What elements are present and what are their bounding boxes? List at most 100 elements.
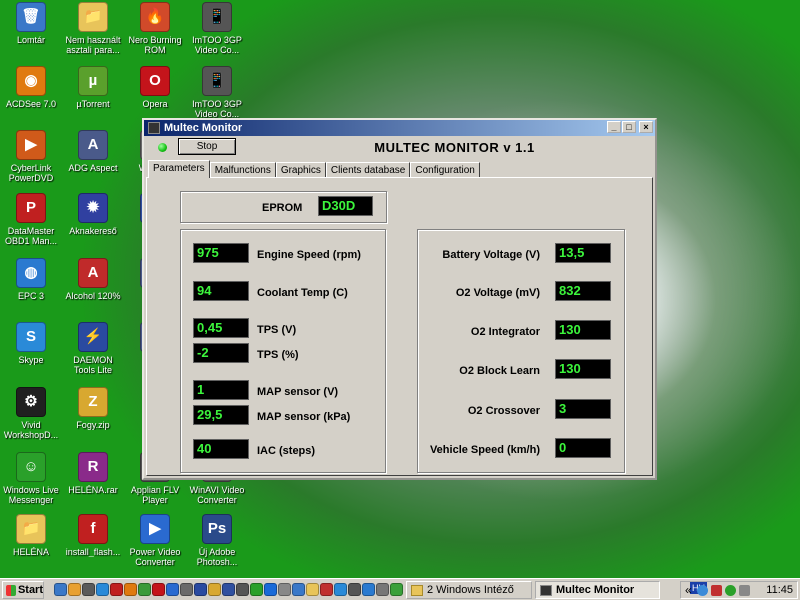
tab-graphics[interactable]: Graphics xyxy=(275,162,326,178)
task-label: 2 Windows Intéző xyxy=(427,584,514,596)
task-multec-monitor[interactable]: Multec Monitor xyxy=(535,581,660,599)
quick-launch-icon[interactable] xyxy=(54,583,67,596)
vivid-icon: ⚙ xyxy=(16,387,46,417)
desktop-icon[interactable]: ◉ ACDSee 7.0 xyxy=(0,66,62,109)
nero-icon: 🔥 xyxy=(140,2,170,32)
quick-launch-icon[interactable] xyxy=(348,583,361,596)
desktop-icon[interactable]: O Opera xyxy=(124,66,186,109)
volume-icon[interactable] xyxy=(739,585,750,596)
desktop-icon[interactable]: Ps Új Adobe Photosh... xyxy=(186,514,248,567)
quick-launch-icon[interactable] xyxy=(96,583,109,596)
tab-parameters[interactable]: Parameters xyxy=(148,160,210,178)
o2-block-learn-value: 130 xyxy=(555,359,611,379)
desktop-icon-label: ImTOO 3GP Video Co... xyxy=(192,99,242,119)
quick-launch-icon[interactable] xyxy=(362,583,375,596)
quick-launch-icon[interactable] xyxy=(250,583,263,596)
battery-voltage-value: 13,5 xyxy=(555,243,611,263)
tps-volts-label: TPS (V) xyxy=(257,324,297,336)
desktop-icon-label: DataMaster OBD1 Man... xyxy=(4,226,58,246)
rar-icon: R xyxy=(78,452,108,482)
desktop-icon[interactable]: ▶ CyberLink PowerDVD xyxy=(0,130,62,183)
quick-launch-icon[interactable] xyxy=(390,583,403,596)
desktop-icon[interactable]: R HELÉNA.rar xyxy=(62,452,124,495)
zip-icon: Z xyxy=(78,387,108,417)
start-label: Start xyxy=(17,584,43,596)
tps-percent-label: TPS (%) xyxy=(257,349,299,361)
quick-launch-icon[interactable] xyxy=(68,583,81,596)
tab-configuration[interactable]: Configuration xyxy=(410,162,480,178)
desktop-icon[interactable]: µ µTorrent xyxy=(62,66,124,109)
quick-launch-icon[interactable] xyxy=(264,583,277,596)
maximize-button[interactable]: □ xyxy=(622,121,636,133)
quick-launch-icon[interactable] xyxy=(236,583,249,596)
quick-launch-icon[interactable] xyxy=(222,583,235,596)
task-windows-explorer[interactable]: 2 Windows Intéző xyxy=(406,581,532,599)
desktop-icon[interactable]: ☺ Windows Live Messenger xyxy=(0,452,62,505)
desktop-icon-label: Fogy.zip xyxy=(76,420,110,430)
quick-launch-icon[interactable] xyxy=(292,583,305,596)
quick-launch-icon[interactable] xyxy=(208,583,221,596)
desktop-icon-label: Aknakereső xyxy=(69,226,117,236)
skype-icon: S xyxy=(16,322,46,352)
quick-launch-icon[interactable] xyxy=(166,583,179,596)
system-tray: « 11:45 xyxy=(680,581,798,599)
o2-integrator-label: O2 Integrator xyxy=(470,326,540,338)
map-kpa-label: MAP sensor (kPa) xyxy=(257,411,351,423)
desktop-icon[interactable]: 📁 HELÉNA xyxy=(0,514,62,557)
app-icon xyxy=(148,122,160,134)
utorrent-icon: µ xyxy=(78,66,108,96)
desktop-icon-label: Alcohol 120% xyxy=(65,291,121,301)
tab-clients-database[interactable]: Clients database xyxy=(325,162,411,178)
quick-launch-icon[interactable] xyxy=(376,583,389,596)
quick-launch-icon[interactable] xyxy=(306,583,319,596)
desktop-icon[interactable]: 📁 Nem használt asztali para... xyxy=(62,2,124,55)
desktop-icon[interactable]: P DataMaster OBD1 Man... xyxy=(0,193,62,246)
start-button[interactable]: Start xyxy=(2,581,44,599)
quick-launch-icon[interactable] xyxy=(82,583,95,596)
minimize-button[interactable]: _ xyxy=(607,121,621,133)
quick-launch-icon[interactable] xyxy=(152,583,165,596)
quick-launch-icon[interactable] xyxy=(194,583,207,596)
engine-speed-label: Engine Speed (rpm) xyxy=(257,249,361,261)
desktop-icon[interactable]: 🔥 Nero Burning ROM xyxy=(124,2,186,55)
quick-launch-icon[interactable] xyxy=(320,583,333,596)
powerdvd-icon: ▶ xyxy=(16,130,46,160)
title-bar[interactable]: Multec Monitor _ □ × xyxy=(144,120,655,136)
desktop-icon[interactable]: ✹ Aknakereső xyxy=(62,193,124,236)
desktop-icon-label: HELÉNA xyxy=(12,547,49,557)
messenger-tray-icon[interactable] xyxy=(725,585,736,596)
desktop-icon[interactable]: 🗑 Lomtár xyxy=(0,2,62,45)
desktop-icon[interactable]: S Skype xyxy=(0,322,62,365)
desktop-icon-label: DAEMON Tools Lite xyxy=(73,355,113,375)
desktop-icon[interactable]: ⚙ Vivid WorkshopD... xyxy=(0,387,62,440)
quick-launch-icon[interactable] xyxy=(138,583,151,596)
o2-params-group: Battery Voltage (V) 13,5 O2 Voltage (mV)… xyxy=(417,229,625,473)
o2-block-learn-label: O2 Block Learn xyxy=(459,365,540,377)
desktop-icon[interactable]: ◍ EPC 3 xyxy=(0,258,62,301)
desktop-icon[interactable]: f install_flash... xyxy=(62,514,124,557)
iac-label: IAC (steps) xyxy=(257,445,316,457)
desktop-icon[interactable]: ⚡ DAEMON Tools Lite xyxy=(62,322,124,375)
opera-icon: O xyxy=(140,66,170,96)
messenger-icon: ☺ xyxy=(16,452,46,482)
o2-voltage-label: O2 Voltage (mV) xyxy=(455,287,540,299)
quick-launch-icon[interactable] xyxy=(334,583,347,596)
desktop-icon[interactable]: A ADG Aspect xyxy=(62,130,124,173)
epc-icon: ◍ xyxy=(16,258,46,288)
desktop-icon-label: HELÉNA.rar xyxy=(68,485,118,495)
tray-expand-icon[interactable]: « xyxy=(685,583,692,597)
quick-launch-icon[interactable] xyxy=(110,583,123,596)
desktop-icon[interactable]: ▶ Power Video Converter xyxy=(124,514,186,567)
quick-launch-icon[interactable] xyxy=(124,583,137,596)
quick-launch-icon[interactable] xyxy=(180,583,193,596)
desktop-icon[interactable]: 📱 ImTOO 3GP Video Co... xyxy=(186,2,248,55)
close-button[interactable]: × xyxy=(639,121,653,133)
tab-malfunctions[interactable]: Malfunctions xyxy=(209,162,276,178)
desktop-icon[interactable]: A Alcohol 120% xyxy=(62,258,124,301)
antivirus-icon[interactable] xyxy=(711,585,722,596)
desktop-icon[interactable]: 📱 ImTOO 3GP Video Co... xyxy=(186,66,248,119)
desktop-icon[interactable]: Z Fogy.zip xyxy=(62,387,124,430)
folder-icon xyxy=(411,584,423,596)
network-icon[interactable] xyxy=(697,585,708,596)
quick-launch-icon[interactable] xyxy=(278,583,291,596)
